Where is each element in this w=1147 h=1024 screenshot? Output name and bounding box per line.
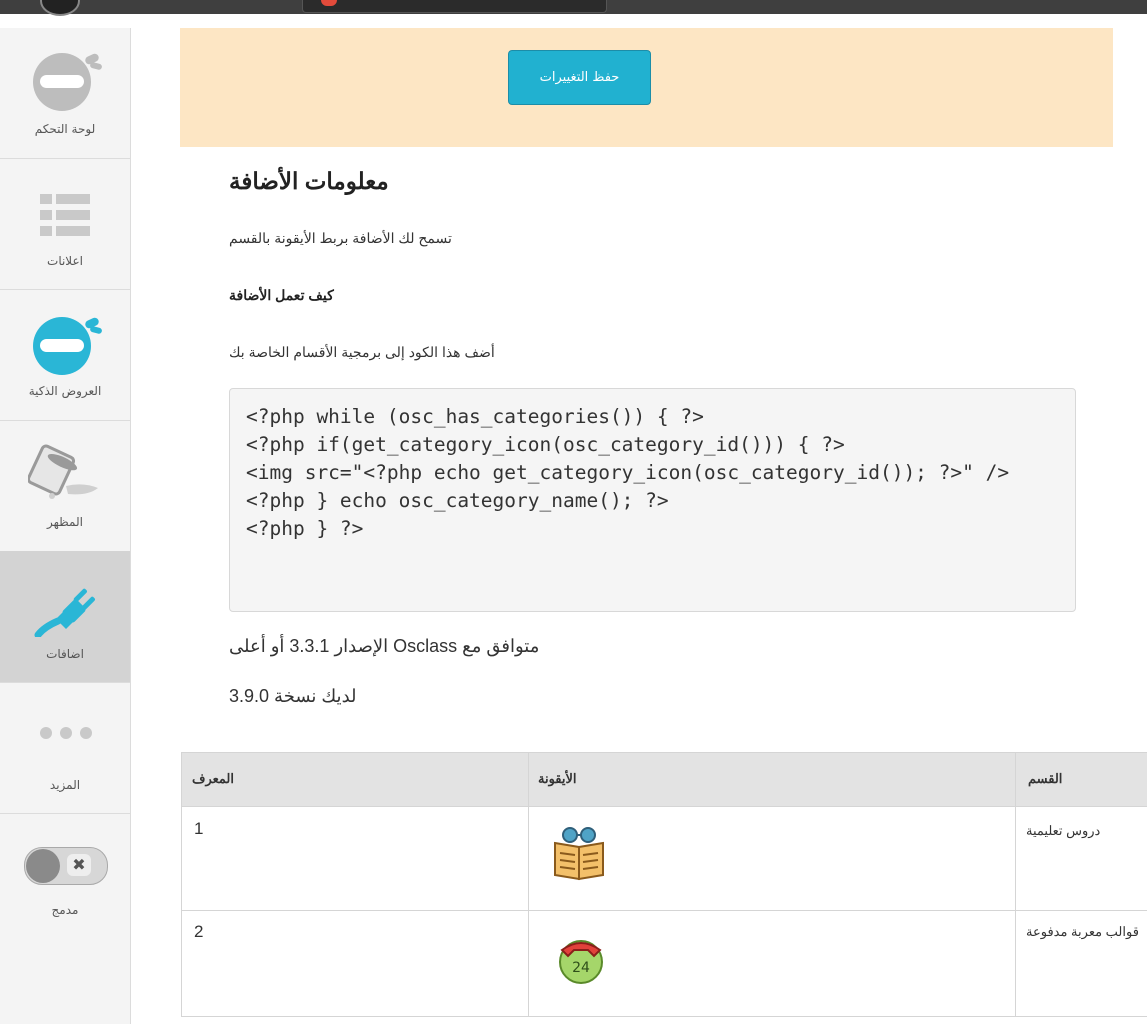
more-dots-icon [40, 727, 92, 739]
record-icon [321, 0, 337, 6]
page-title: معلومات الأضافة [229, 168, 389, 194]
sidebar-item-compact[interactable]: ✖ مدمج [0, 813, 130, 943]
row-id: 2 [194, 922, 204, 941]
version-text: لديك نسخة 3.9.0 [229, 686, 357, 706]
row-category: قوالب معربة مدفوعة [1026, 924, 1139, 939]
header-category: القسم [1028, 771, 1063, 786]
svg-text:24: 24 [572, 960, 590, 976]
top-search-box[interactable] [302, 0, 607, 13]
row-id: 1 [194, 819, 204, 838]
book-icon [554, 827, 604, 881]
phone-24-icon: 24 [559, 940, 603, 984]
table-header: المعرف الأيقونة القسم [182, 753, 1147, 807]
logo-icon[interactable] [40, 0, 80, 16]
plugins-plug-icon [34, 588, 95, 637]
save-banner: حفظ التغييرات [180, 28, 1113, 147]
sidebar: لوحة التحكم اعلانات العروض الذكية المظهر [0, 28, 131, 1024]
smart-offers-ninja-icon [33, 316, 103, 375]
sidebar-item-label: العروض الذكية [28, 384, 102, 398]
dashboard-ninja-icon [33, 52, 103, 111]
sidebar-item-appearance[interactable]: المظهر [0, 420, 130, 552]
sidebar-item-label: اعلانات [47, 254, 83, 268]
table-row[interactable]: 2 24 قوالب معربة مدفوعة [182, 910, 1147, 1016]
table-row[interactable]: 1 دروس تعليمية [182, 807, 1147, 911]
how-it-works-text: أضف هذا الكود إلى برمجية الأقسام الخاصة … [229, 344, 495, 360]
sidebar-item-label: اضافات [46, 647, 84, 661]
header-icon: الأيقونة [538, 771, 577, 786]
sidebar-item-more[interactable]: المزيد [0, 682, 130, 814]
row-category: دروس تعليمية [1026, 823, 1101, 838]
sidebar-item-label: لوحة التحكم [34, 122, 96, 136]
header-id: المعرف [192, 771, 235, 786]
code-snippet: <?php while (osc_has_categories()) { ?> … [229, 388, 1076, 612]
sidebar-item-listings[interactable]: اعلانات [0, 158, 130, 290]
plugin-description: تسمح لك الأضافة بربط الأيقونة بالقسم [229, 230, 452, 246]
compatibility-text: الإصدار 3.3.1 أو أعلى Osclass متوافق مع [229, 636, 540, 656]
sidebar-item-label: مدمج [51, 903, 79, 917]
compact-toggle-icon[interactable]: ✖ [24, 847, 108, 885]
sidebar-item-plugins[interactable]: اضافات [0, 551, 130, 683]
sidebar-item-label: المظهر [47, 515, 83, 529]
column-divider [528, 753, 529, 1016]
sidebar-item-dashboard[interactable]: لوحة التحكم [0, 28, 130, 159]
how-it-works-title: كيف تعمل الأضافة [229, 287, 334, 303]
column-divider [1015, 753, 1016, 1016]
sidebar-item-label: المزيد [49, 778, 81, 792]
top-bar [0, 0, 1147, 16]
sidebar-item-smart-offers[interactable]: العروض الذكية [0, 289, 130, 421]
appearance-paint-icon [28, 444, 98, 499]
save-changes-button[interactable]: حفظ التغييرات [508, 50, 651, 105]
listings-icon [40, 194, 90, 236]
category-icons-table: المعرف الأيقونة القسم 1 دروس تعليمية 2 2… [181, 752, 1147, 1017]
